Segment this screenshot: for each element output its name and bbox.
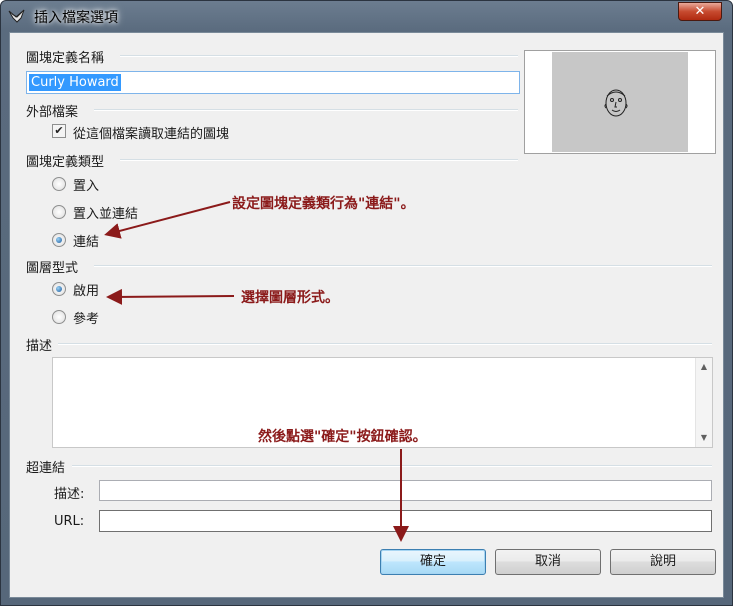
arrow-to-active-option [106, 288, 235, 305]
annotation-arrows [104, 201, 409, 542]
annotation-block-type: 設定圖塊定義類行為"連結"。 [232, 196, 415, 212]
annotation-layer-style: 選擇圖層形式。 [241, 290, 339, 306]
annotation-ok: 然後點選"確定"按鈕確認。 [258, 429, 427, 445]
arrow-to-link-option [104, 201, 231, 239]
